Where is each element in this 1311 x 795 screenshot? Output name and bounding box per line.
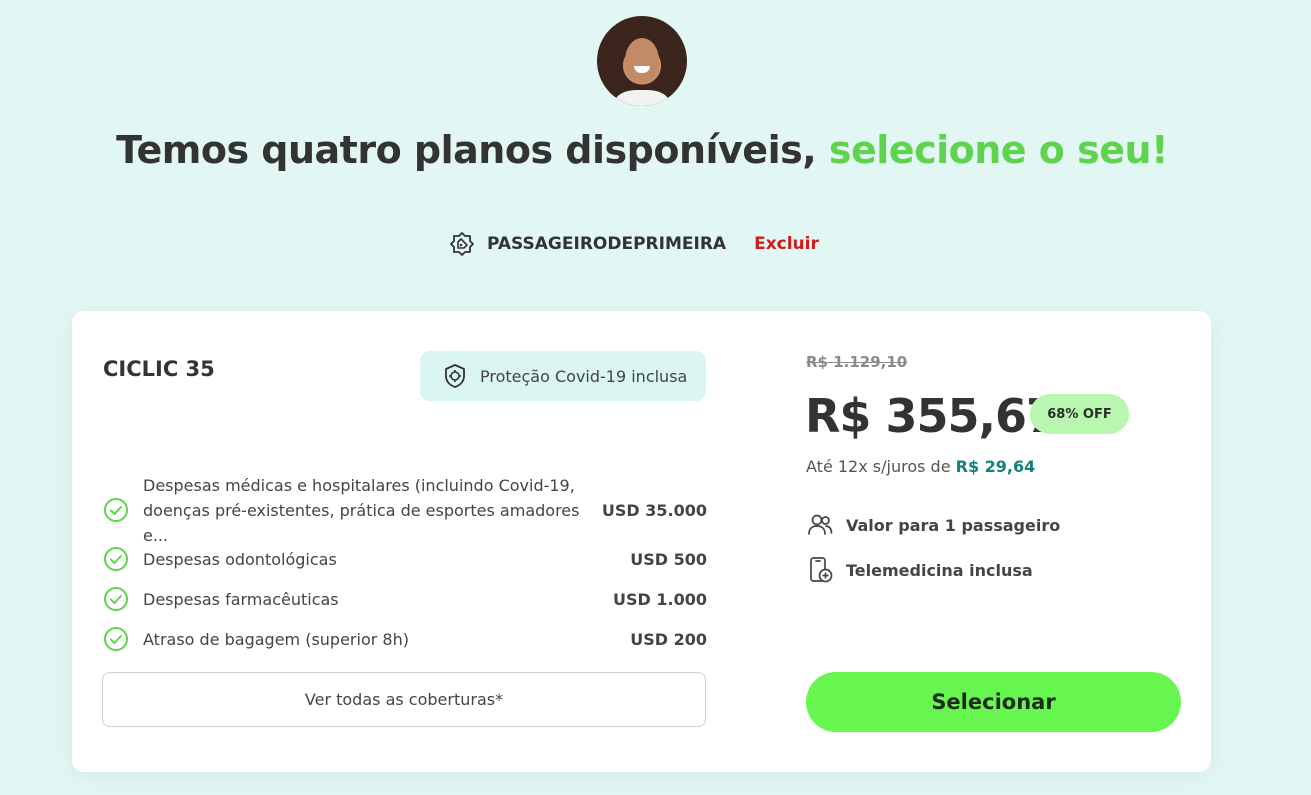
plan-card: CICLIC 35 Proteção Covid-19 inclusa Desp… xyxy=(72,311,1211,772)
page-title: Temos quatro planos disponíveis, selecio… xyxy=(0,128,1284,172)
virus-shield-icon xyxy=(445,364,465,388)
tag-icon xyxy=(449,231,475,257)
headline-prefix: Temos quatro planos disponíveis, xyxy=(116,128,817,172)
coverage-amount: USD 200 xyxy=(630,629,707,649)
installments-value: R$ 29,64 xyxy=(955,457,1036,476)
coverage-amount: USD 35.000 xyxy=(601,500,707,520)
coverage-item: Despesas odontológicas USD 500 xyxy=(103,539,707,579)
plan-name: CICLIC 35 xyxy=(103,357,215,381)
coverage-amount: USD 500 xyxy=(630,549,707,569)
installments-prefix: Até 12x s/juros de xyxy=(806,457,951,476)
select-plan-button[interactable]: Selecionar xyxy=(806,672,1181,732)
coverage-label: Despesas odontológicas xyxy=(143,549,337,569)
coverage-amount: USD 1.000 xyxy=(613,589,707,609)
discount-badge: 68% OFF xyxy=(1030,394,1129,434)
remove-coupon-link[interactable]: Excluir xyxy=(754,234,819,254)
installments-info: Até 12x s/juros de R$ 29,64 xyxy=(806,457,1035,476)
covid-badge-label: Proteção Covid-19 inclusa xyxy=(480,366,688,386)
coverage-label: Despesas médicas e hospitalares (incluin… xyxy=(143,475,580,545)
check-circle-icon xyxy=(104,498,128,522)
coverage-item: Atraso de bagagem (superior 8h) USD 200 xyxy=(103,619,707,659)
feature-passengers: Valor para 1 passageiro xyxy=(806,511,1060,539)
check-circle-icon xyxy=(104,627,128,651)
applied-coupon: PASSAGEIRODEPRIMEIRA Excluir xyxy=(449,228,819,260)
feature-label: Valor para 1 passageiro xyxy=(846,515,1061,535)
users-icon xyxy=(808,514,833,535)
see-all-coverages-button[interactable]: Ver todas as coberturas* xyxy=(102,672,706,727)
coverage-label: Despesas farmacêuticas xyxy=(143,589,339,609)
coverage-item: Despesas médicas e hospitalares (incluin… xyxy=(103,476,707,545)
headline-accent: selecione o seu! xyxy=(828,128,1169,172)
agent-avatar xyxy=(597,16,687,106)
old-price: R$ 1.129,10 xyxy=(806,353,908,371)
coupon-code: PASSAGEIRODEPRIMEIRA xyxy=(487,234,727,254)
coverage-list: Despesas médicas e hospitalares (incluin… xyxy=(103,476,707,659)
covid-protection-badge: Proteção Covid-19 inclusa xyxy=(420,351,706,401)
coverage-label: Atraso de bagagem (superior 8h) xyxy=(143,629,409,649)
feature-telemedicine: Telemedicina inclusa xyxy=(806,556,1033,584)
feature-label: Telemedicina inclusa xyxy=(846,560,1033,580)
check-circle-icon xyxy=(104,587,128,611)
check-circle-icon xyxy=(104,547,128,571)
current-price: R$ 355,67 xyxy=(805,389,1058,443)
phone-medical-icon xyxy=(810,557,833,583)
coverage-item: Despesas farmacêuticas USD 1.000 xyxy=(103,579,707,619)
